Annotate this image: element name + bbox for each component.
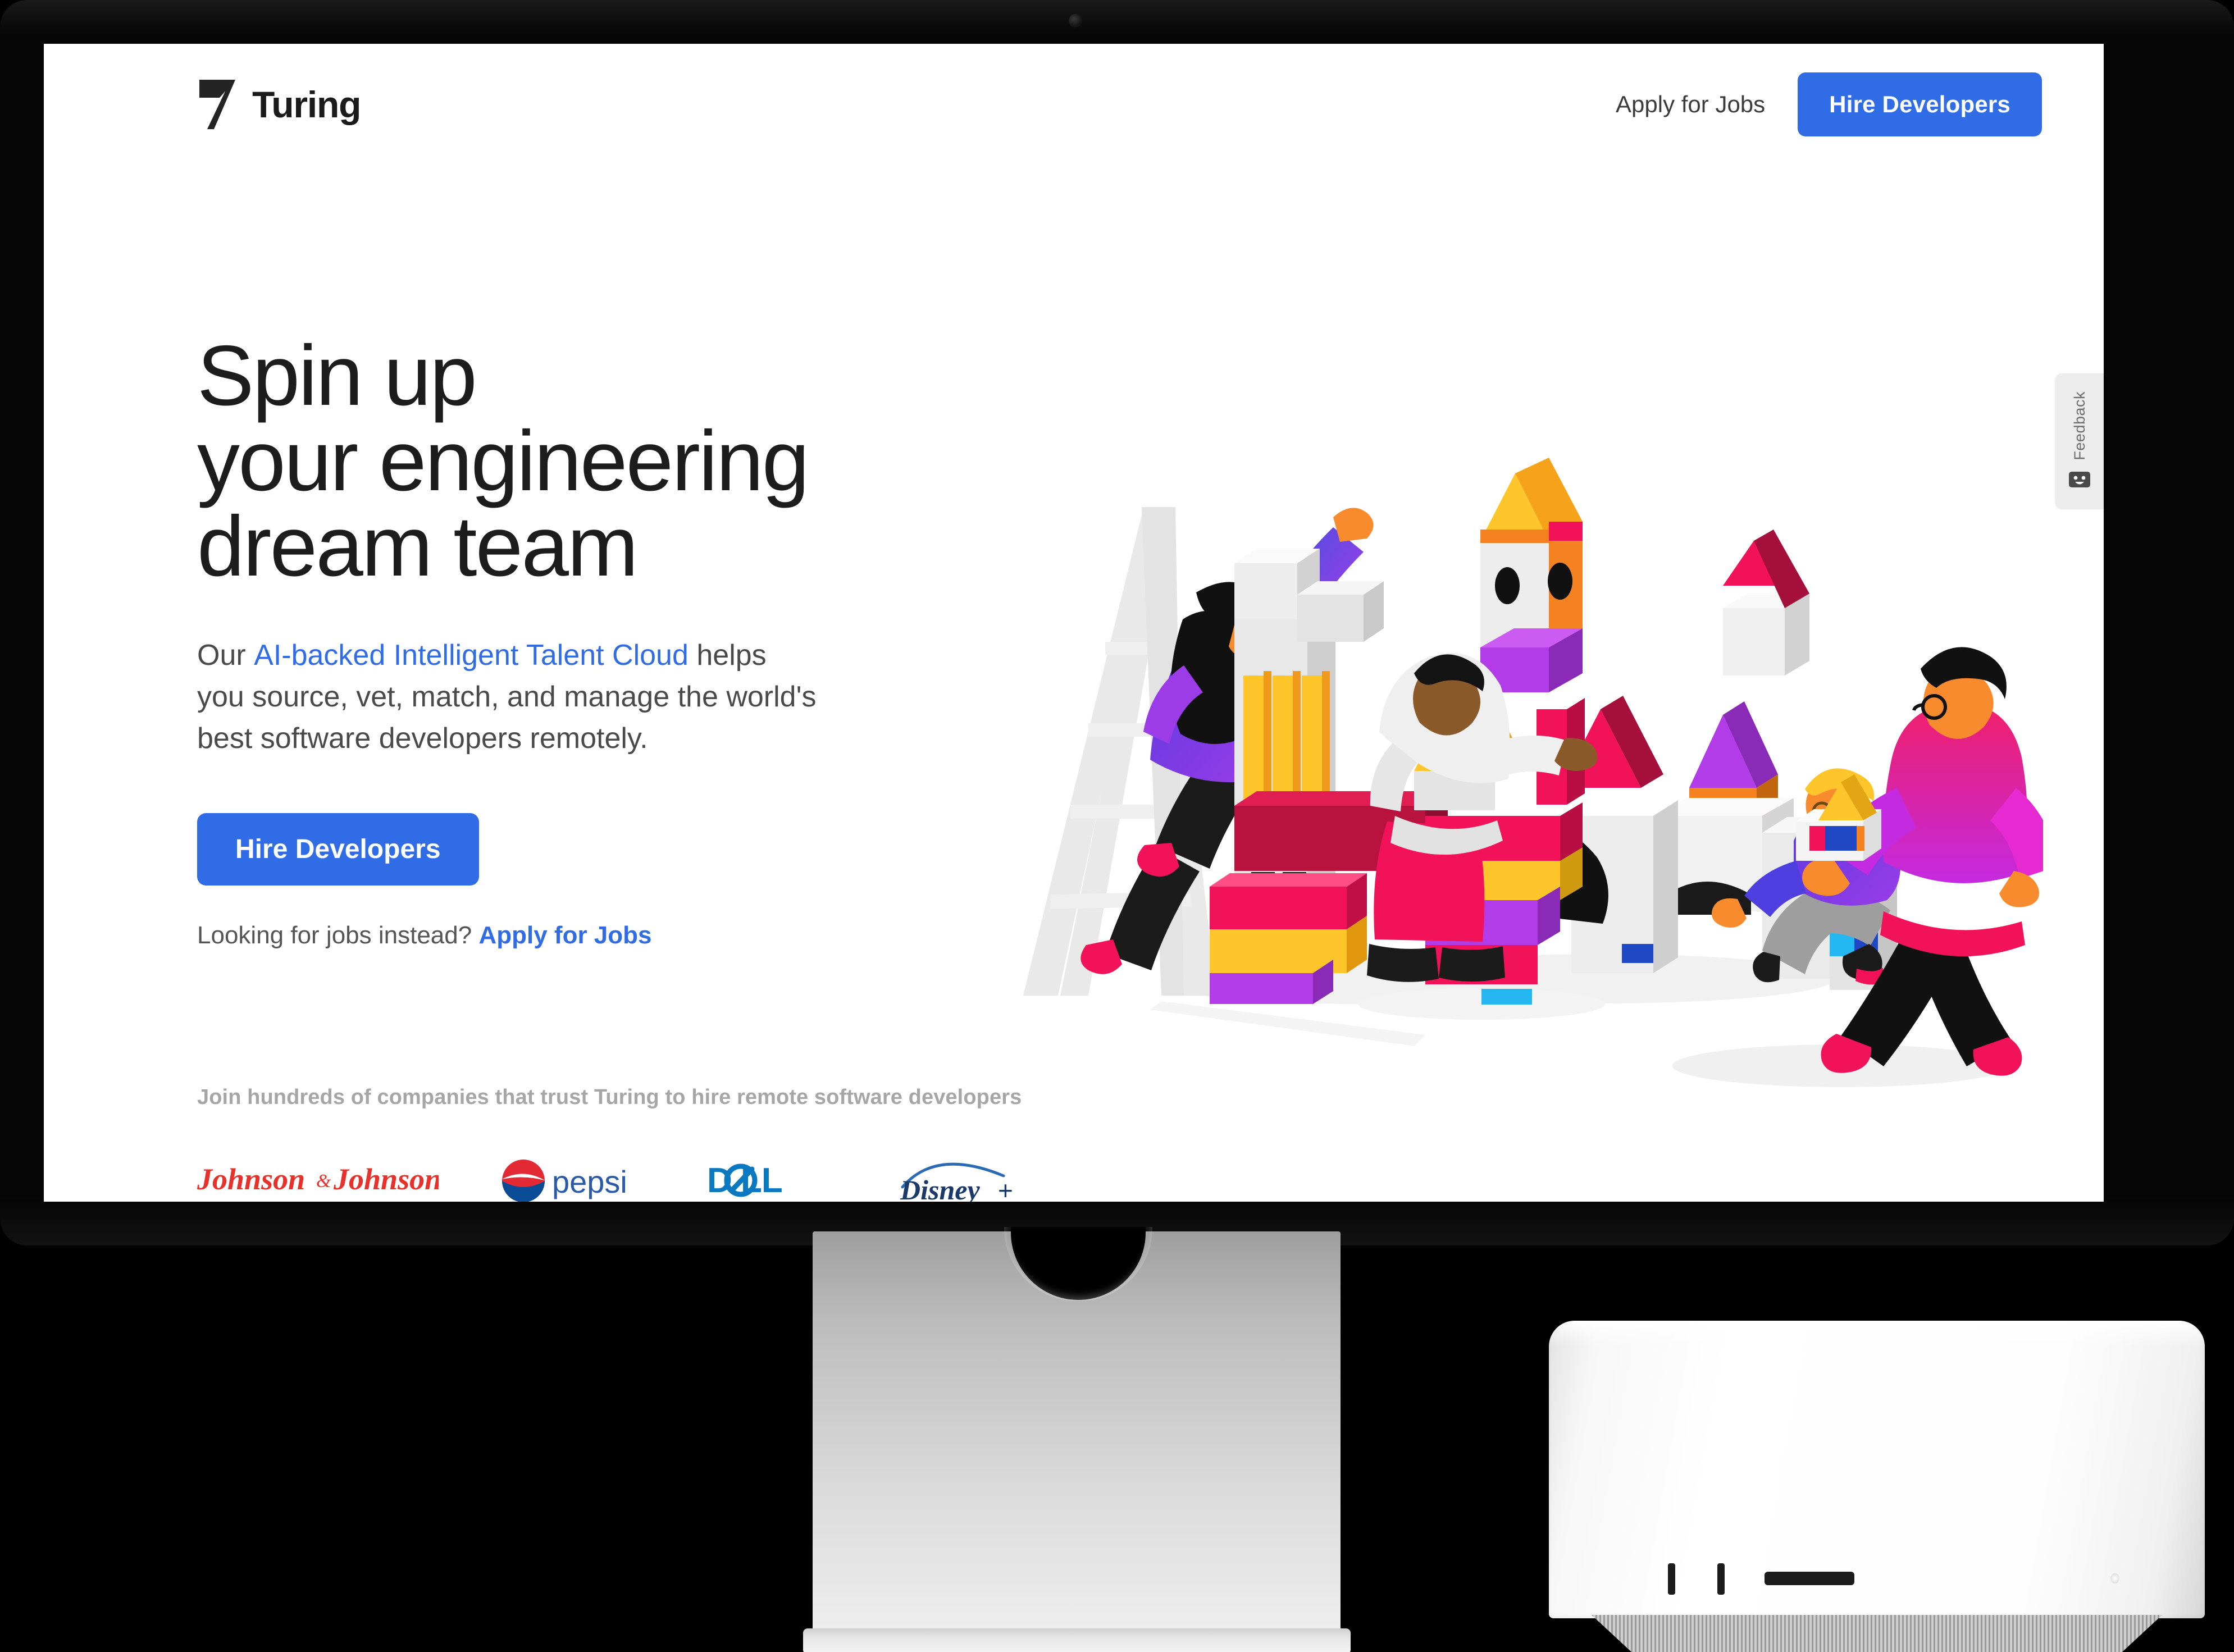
disney-plus-logo-icon: Disney + [892,1150,1033,1202]
feedback-tab-label: Feedback [2071,391,2088,460]
hero-hire-developers-button[interactable]: Hire Developers [197,813,479,886]
svg-text:Disney: Disney [900,1174,980,1202]
mac-studio-computer [1549,1321,2205,1652]
header-nav: Apply for Jobs Hire Developers [1616,72,2042,136]
hero-section: Spin up your engineering dream team Our … [44,165,2104,1087]
dell-logo-icon: D LL [707,1150,831,1202]
pepsi-logo-icon: pepsi [500,1150,645,1202]
hero-apply-for-jobs-link[interactable]: Apply for Jobs [478,921,651,949]
headline-line-2: your engineering [197,413,809,509]
header-hire-developers-button[interactable]: Hire Developers [1798,72,2042,136]
svg-text:&: & [316,1171,331,1192]
client-logo-list: Johnson & Johnson pepsi D LL Disney + [197,1150,1938,1202]
subhead-prefix: Our [197,639,254,672]
brand-logo[interactable]: Turing [197,79,361,130]
brand-name: Turing [252,83,361,125]
nav-apply-for-jobs-link[interactable]: Apply for Jobs [1616,91,1765,118]
sd-card-slot [1765,1572,1854,1585]
hero-cta-wrap: Hire Developers [197,813,927,886]
trust-bar-text: Join hundreds of companies that trust Tu… [197,1085,1022,1109]
feedback-tab[interactable]: Feedback [2055,373,2104,509]
svg-text:Johnson: Johnson [197,1162,305,1196]
mac-studio-top-highlight [1549,1321,2205,1347]
mac-studio-body [1549,1321,2205,1618]
page-title: Spin up your engineering dream team [197,333,927,589]
hero-subheading: Our AI-backed Intelligent Talent Cloud h… [197,635,820,759]
trust-bar: Join hundreds of companies that trust Tu… [197,1085,1938,1202]
hero-illustration [920,249,2043,1158]
power-led-indicator [2110,1573,2119,1583]
webcam-dot-icon [1069,14,1082,28]
mac-studio-vent-base [1592,1615,2162,1652]
subhead-highlight: AI-backed Intelligent Talent Cloud [254,639,689,672]
smiley-face-icon [2068,471,2091,491]
headline-line-3: dream team [197,499,639,594]
site-header: Turing Apply for Jobs Hire Developers [44,44,2104,165]
hero-secondary-cta: Looking for jobs instead? Apply for Jobs [197,921,927,950]
headline-line-1: Spin up [197,328,477,423]
studio-display-monitor: Turing Apply for Jobs Hire Developers Sp… [0,0,2234,1245]
usb-c-port-1 [1668,1563,1675,1595]
svg-text:+: + [998,1176,1013,1202]
johnson-and-johnson-logo-icon: Johnson & Johnson [197,1150,439,1202]
monitor-stand-base [803,1628,1351,1652]
usb-c-port-2 [1717,1563,1725,1595]
svg-text:pepsi: pepsi [552,1164,627,1199]
secondary-cta-prompt: Looking for jobs instead? [197,921,472,950]
screenshot-stage: Turing Apply for Jobs Hire Developers Sp… [0,0,2234,1652]
screen-viewport: Turing Apply for Jobs Hire Developers Sp… [44,44,2104,1202]
hero-copy: Spin up your engineering dream team Our … [197,333,927,950]
turing-logo-mark-icon [197,79,238,130]
svg-text:Johnson: Johnson [333,1162,439,1196]
